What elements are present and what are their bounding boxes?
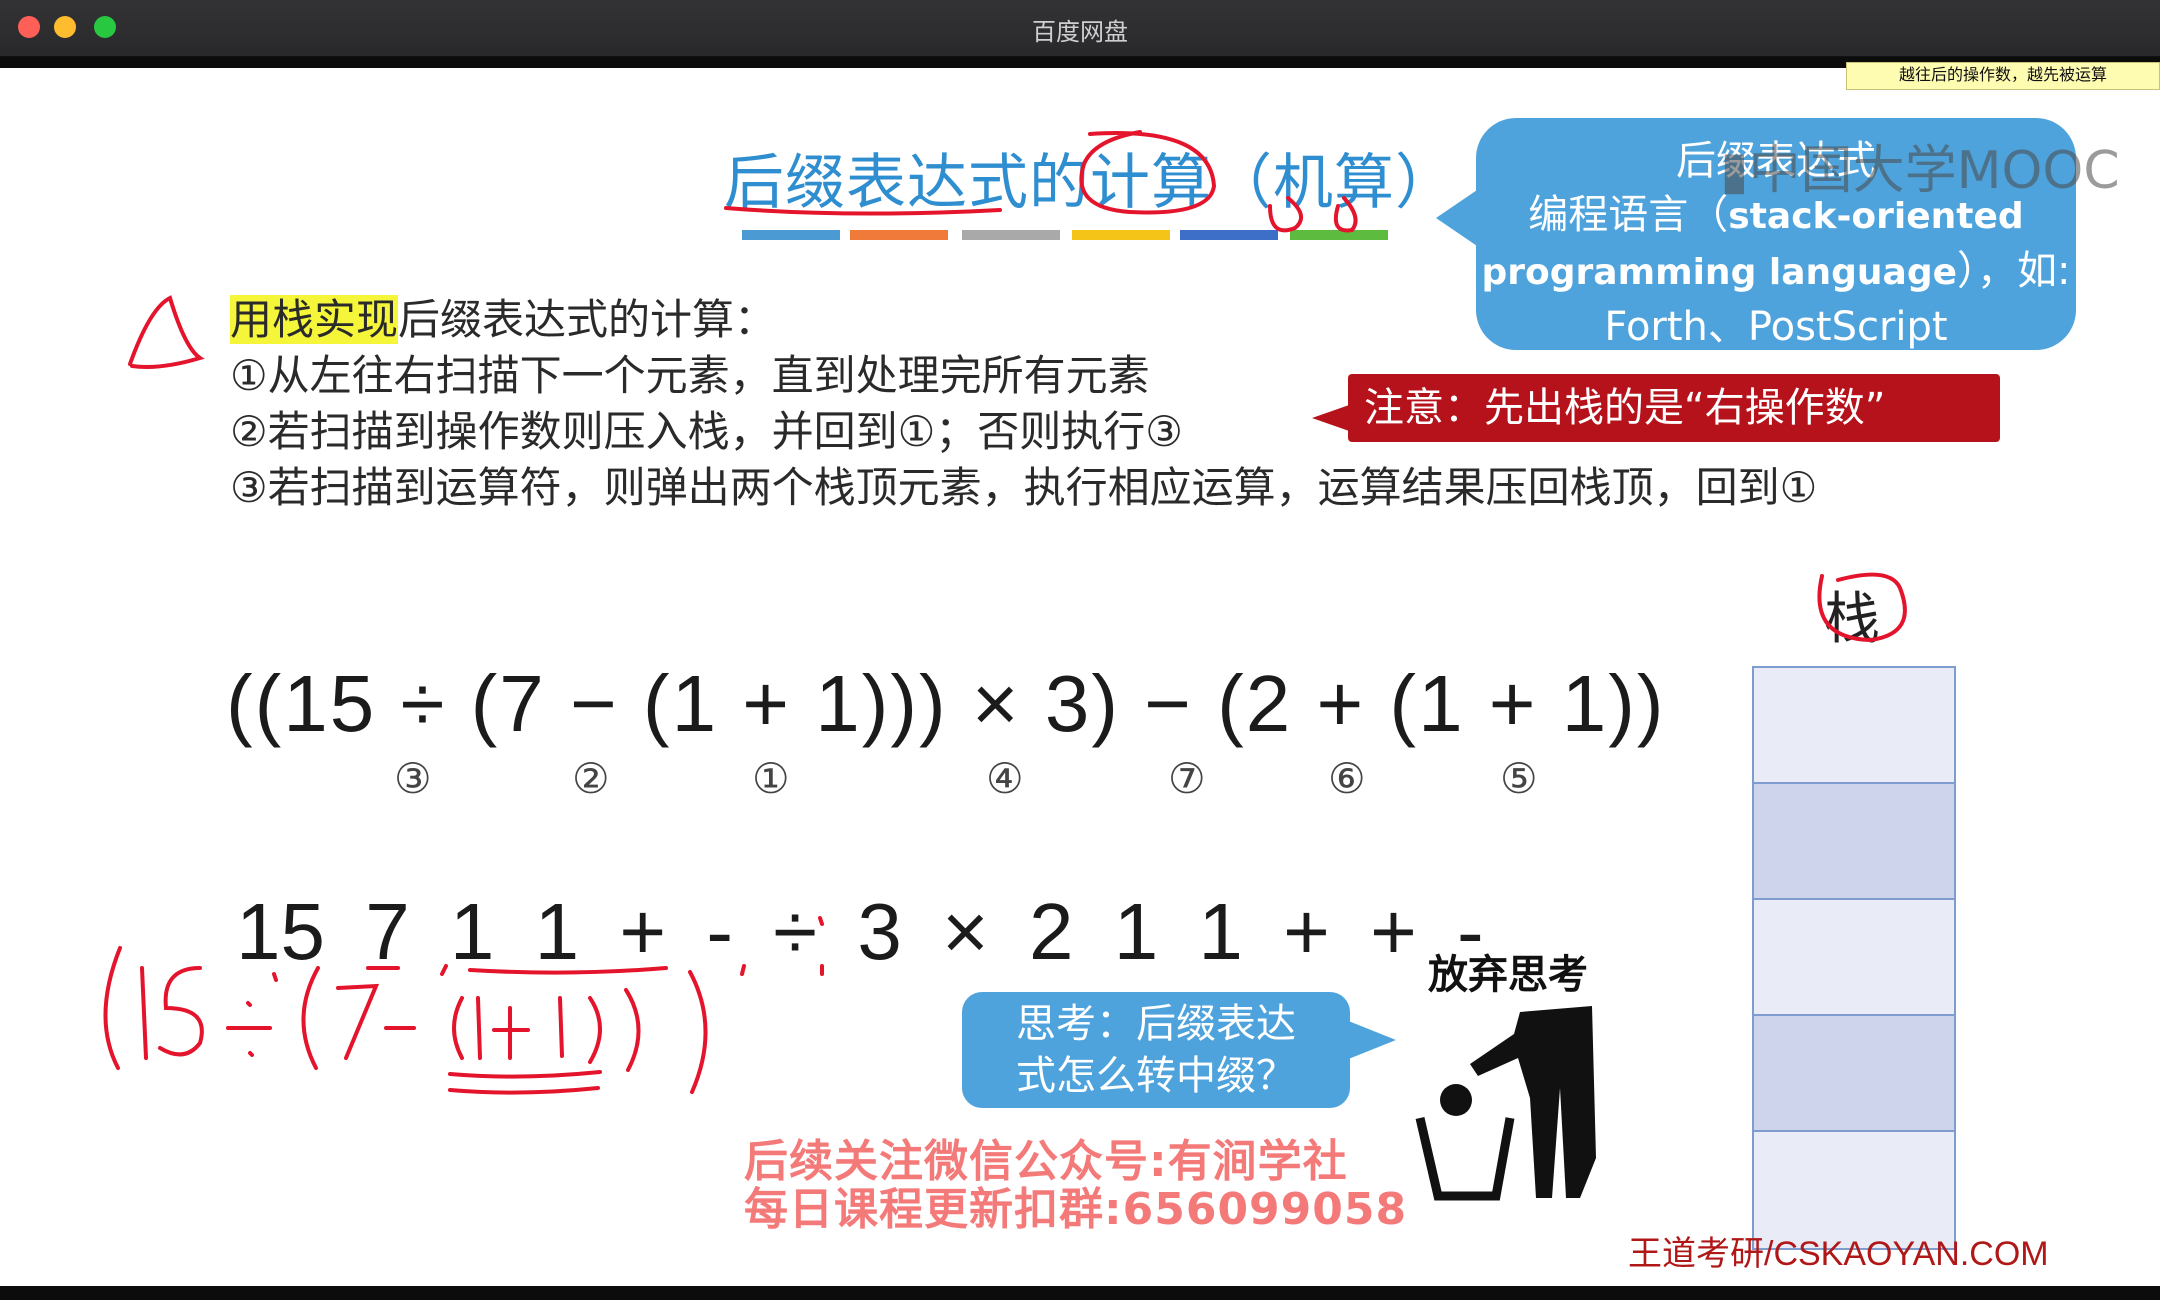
- window-title: 百度网盘: [1032, 18, 1128, 46]
- window-titlebar: 百度网盘: [0, 0, 2160, 57]
- annotation-tooltip: 越往后的操作数，越先被运算: [1846, 62, 2160, 90]
- brand-watermark: 王道考研/CSKAOYAN.COM: [1628, 1235, 2049, 1273]
- promo-line: 每日课程更新扣群:656099058: [744, 1184, 1408, 1235]
- video-slide[interactable]: 后缀表达式的计算（机算） 后缀表达式 编程语言（stack-oriented p…: [0, 68, 2160, 1286]
- handwriting-annotations: [103, 130, 1907, 1095]
- promo-line: 后续关注微信公众号:有涧学社: [744, 1136, 1348, 1187]
- promo-text: 后续关注微信公众号:有涧学社 每日课程更新扣群:656099058: [744, 1138, 1407, 1234]
